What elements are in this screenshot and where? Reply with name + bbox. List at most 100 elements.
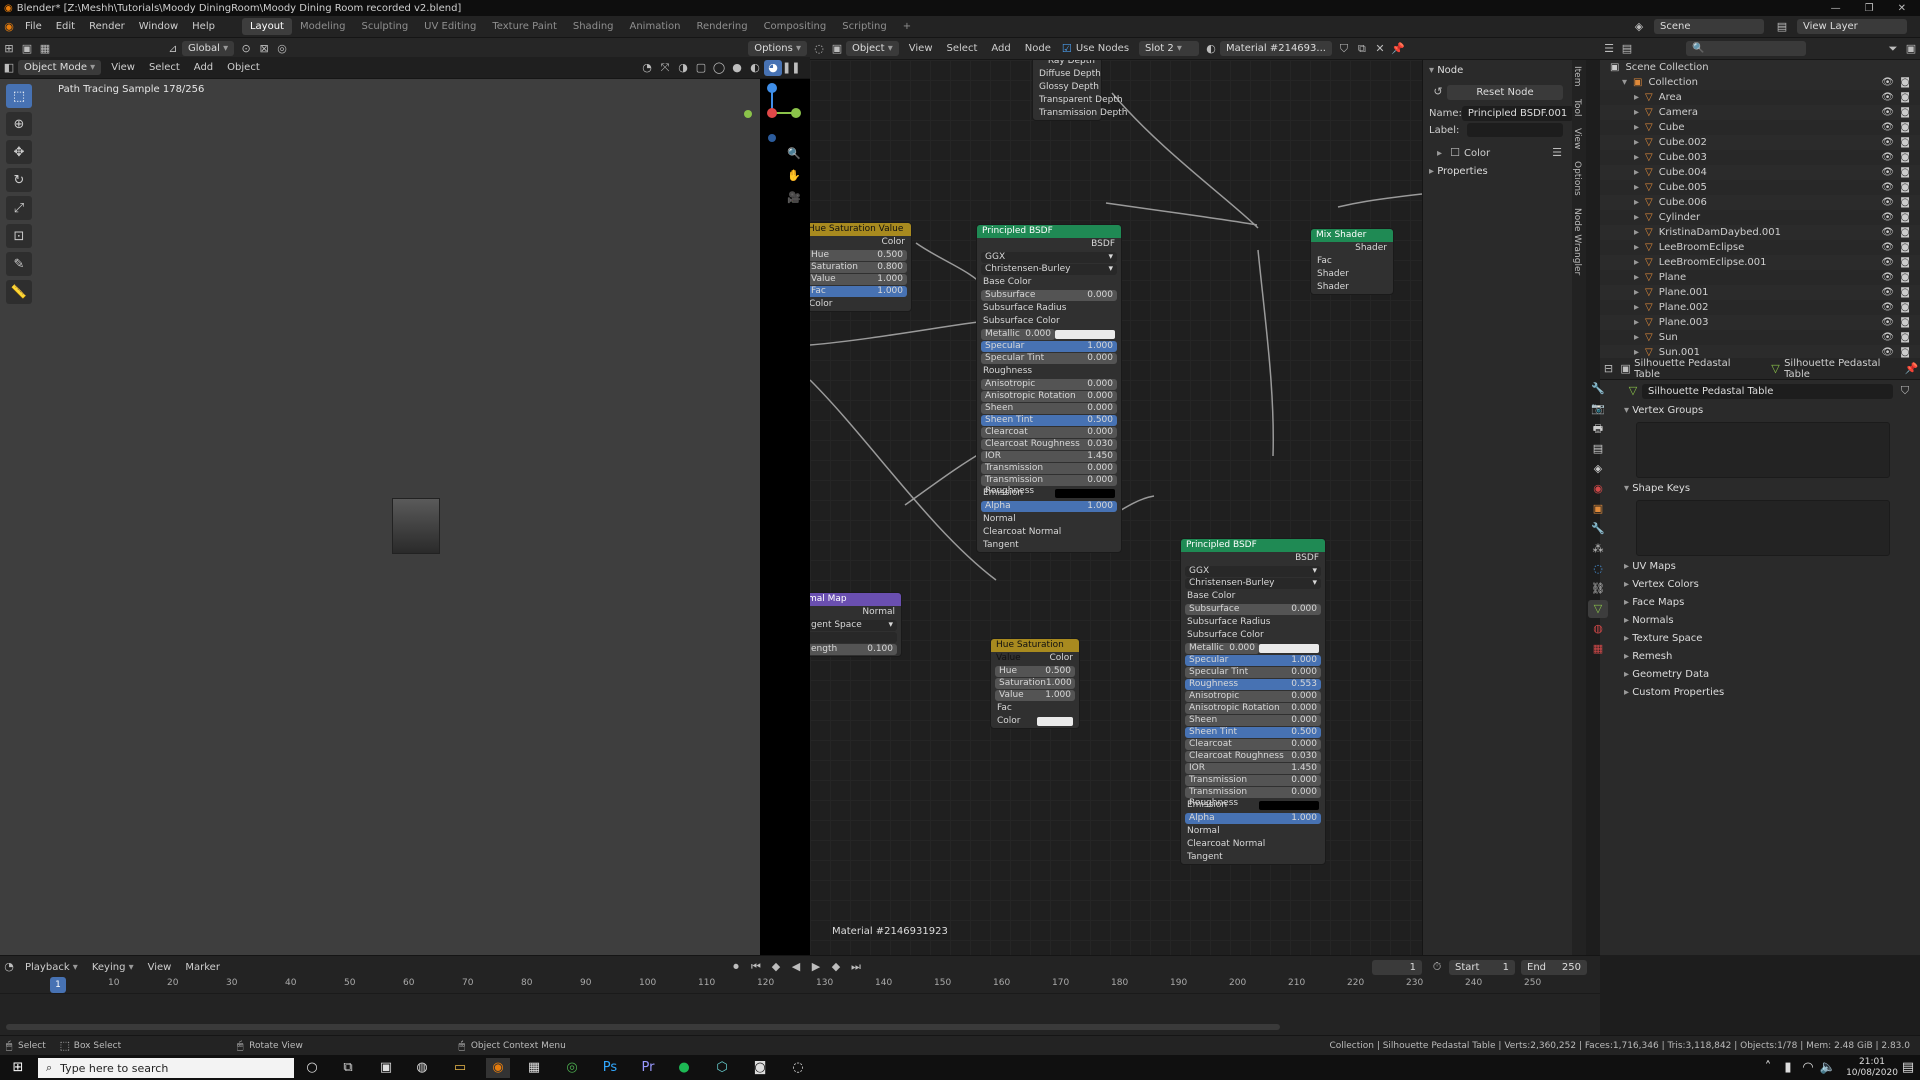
space-select[interactable]: gent Space ▾ <box>810 620 897 631</box>
annotate-tool-icon[interactable]: ✎ <box>6 252 32 276</box>
vertex-colors-section[interactable]: Vertex Colors <box>1618 576 1920 594</box>
vertex-groups-list[interactable] <box>1636 422 1890 478</box>
preview-range-icon[interactable]: ⏱ <box>1428 959 1446 975</box>
subsurface-radius-field[interactable]: Subsurface Radius <box>1181 616 1325 629</box>
visibility-eye-icon[interactable]: 👁 <box>1881 150 1894 165</box>
fac-field[interactable]: Fac 1.000 <box>810 286 907 297</box>
visibility-eye-icon[interactable]: 👁 <box>1881 135 1894 150</box>
node-menu-view[interactable]: View <box>902 43 940 54</box>
render-camera-icon[interactable]: ◙ <box>1900 120 1910 135</box>
object-tab-icon[interactable]: ▣ <box>1588 500 1608 518</box>
tab-animation[interactable]: Animation <box>622 18 689 35</box>
properties-section[interactable]: Properties <box>1423 163 1572 181</box>
value-field[interactable]: Value 1.000 <box>995 690 1075 701</box>
tool-tab-icon[interactable]: 🔧 <box>1588 380 1608 398</box>
tab-item[interactable]: Item <box>1572 66 1582 87</box>
outliner-item[interactable]: ▸ ▽ Cube.003 👁 ◙ <box>1600 150 1920 165</box>
visibility-eye-icon[interactable]: 👁 <box>1881 240 1894 255</box>
shape-keys-list[interactable] <box>1636 500 1890 556</box>
current-frame-field[interactable]: 1 <box>1372 959 1422 975</box>
gizmo-toggle-icon[interactable]: ⤧ <box>656 60 674 76</box>
visibility-eye-icon[interactable]: 👁 <box>1881 300 1894 315</box>
use-nodes-checkbox-icon[interactable]: ☑ <box>1058 41 1076 57</box>
node-panel-header[interactable]: Node <box>1423 62 1572 80</box>
select-tool-icon[interactable]: ⬚ <box>6 84 32 108</box>
app-icon-4[interactable]: ◙ <box>748 1058 772 1078</box>
render-camera-icon[interactable]: ◙ <box>1900 210 1910 225</box>
shader-type-select[interactable]: Object <box>846 41 899 56</box>
cortana-icon[interactable]: ○ <box>300 1058 324 1078</box>
blender-menu-icon[interactable]: ◉ <box>0 19 18 35</box>
mix-shader-node[interactable]: Mix Shader Shader Fac Shader Shader <box>1310 228 1394 295</box>
node-menu-add[interactable]: Add <box>984 43 1017 54</box>
tab-modeling[interactable]: Modeling <box>292 18 354 35</box>
render-camera-icon[interactable]: ◙ <box>1900 165 1910 180</box>
menu-file[interactable]: File <box>18 21 49 32</box>
subsurface-method-select[interactable]: Christensen-Burley ▾ <box>981 264 1117 275</box>
visibility-eye-icon[interactable]: 👁 <box>1881 255 1894 270</box>
node-label-field[interactable] <box>1467 123 1563 137</box>
visibility-eye-icon[interactable]: 👁 <box>1881 105 1894 120</box>
jump-end-icon[interactable]: ⏭ <box>847 959 865 975</box>
pin-icon[interactable]: 📌 <box>1389 41 1407 57</box>
keying-menu[interactable]: Keying <box>85 962 141 973</box>
outliner-item[interactable]: ▸ ▽ Plane 👁 ◙ <box>1600 270 1920 285</box>
visibility-eye-icon[interactable]: 👁 <box>1881 180 1894 195</box>
next-keyframe-icon[interactable]: ◆ <box>827 959 845 975</box>
world-tab-icon[interactable]: ◉ <box>1588 480 1608 498</box>
anisotropic-rotation-field[interactable]: Anisotropic Rotation 0.000 <box>1185 703 1321 714</box>
visibility-eye-icon[interactable]: 👁 <box>1881 90 1894 105</box>
outliner-item[interactable]: ▸ ▽ Cube.004 👁 ◙ <box>1600 165 1920 180</box>
measure-tool-icon[interactable]: 📏 <box>6 280 32 304</box>
outliner-item[interactable]: ▸ ▽ Cube.002 👁 ◙ <box>1600 135 1920 150</box>
camera-view-icon[interactable]: 🎥 <box>785 190 803 206</box>
pin-icon[interactable]: 📌 <box>1903 361 1920 377</box>
play-icon[interactable]: ▶ <box>807 959 825 975</box>
subsurface-color-swatch[interactable] <box>1055 330 1115 339</box>
maximize-button[interactable]: ❐ <box>1865 3 1874 14</box>
marker-menu[interactable]: Marker <box>178 962 227 973</box>
viewport-menu-select[interactable]: Select <box>142 62 187 73</box>
render-camera-icon[interactable]: ◙ <box>1900 225 1910 240</box>
pivot-icon[interactable]: ⊙ <box>237 41 255 57</box>
visibility-eye-icon[interactable]: 👁 <box>1881 120 1894 135</box>
roughness-field[interactable]: Roughness 0.553 <box>1185 679 1321 690</box>
tab-tool[interactable]: Tool <box>1572 99 1582 116</box>
new-collection-icon[interactable]: ▣ <box>1902 41 1920 57</box>
tab-rendering[interactable]: Rendering <box>688 18 755 35</box>
xray-icon[interactable]: ▢ <box>692 60 710 76</box>
app-icon-3[interactable]: ⬡ <box>710 1058 734 1078</box>
physics-tab-icon[interactable]: ◌ <box>1588 560 1608 578</box>
emission-field[interactable]: Emission <box>977 487 1121 500</box>
node-menu-node[interactable]: Node <box>1018 43 1058 54</box>
pan-hand-icon[interactable]: ✋ <box>785 168 803 184</box>
visibility-eye-icon[interactable]: 👁 <box>1881 165 1894 180</box>
tab-shading[interactable]: Shading <box>565 18 622 35</box>
vertex-groups-section[interactable]: Vertex Groups <box>1618 402 1920 420</box>
transmission-roughness-field[interactable]: Transmission Roughness 0.000 <box>981 475 1117 496</box>
record-icon[interactable]: ⏺ <box>727 959 745 975</box>
outliner-item[interactable]: ▸ ▽ Plane.002 👁 ◙ <box>1600 300 1920 315</box>
clearcoat-roughness-field[interactable]: Clearcoat Roughness 0.030 <box>1185 751 1321 762</box>
display-mode-icon[interactable]: ▤ <box>1618 41 1636 57</box>
light-path-node[interactable]: Ray Depth Diffuse Depth Glossy Depth Tra… <box>1032 60 1127 121</box>
emission-swatch[interactable] <box>1259 801 1319 810</box>
filter-icon[interactable]: ⏷ <box>1884 41 1902 57</box>
render-camera-icon[interactable]: ◙ <box>1900 270 1910 285</box>
metallic-field[interactable]: Metallic 0.000 <box>1185 643 1259 654</box>
data-tab-icon[interactable]: ▽ <box>1588 600 1608 618</box>
viewport-menu-view[interactable]: View <box>104 62 142 73</box>
render-camera-icon[interactable]: ◙ <box>1900 255 1910 270</box>
overlay-icon[interactable]: ◑ <box>674 60 692 76</box>
sheen-field[interactable]: Sheen 0.000 <box>981 403 1117 414</box>
outliner-item[interactable]: ▸ ▽ Area 👁 ◙ <box>1600 90 1920 105</box>
specular-tint-field[interactable]: Specular Tint 0.000 <box>1185 667 1321 678</box>
render-camera-icon[interactable]: ◙ <box>1900 135 1910 150</box>
transform-orientation-select[interactable]: Global <box>182 41 235 56</box>
unlink-material-icon[interactable]: ✕ <box>1371 41 1389 57</box>
node-editor-canvas[interactable]: Ray Depth Diffuse Depth Glossy Depth Tra… <box>810 60 1422 955</box>
blender-taskbar-icon[interactable]: ◉ <box>486 1058 510 1078</box>
viewport-options-button[interactable]: Options <box>748 41 807 56</box>
list-icon[interactable]: ☰ <box>1548 145 1566 161</box>
timeline-editor-icon[interactable]: ◔ <box>0 959 18 975</box>
